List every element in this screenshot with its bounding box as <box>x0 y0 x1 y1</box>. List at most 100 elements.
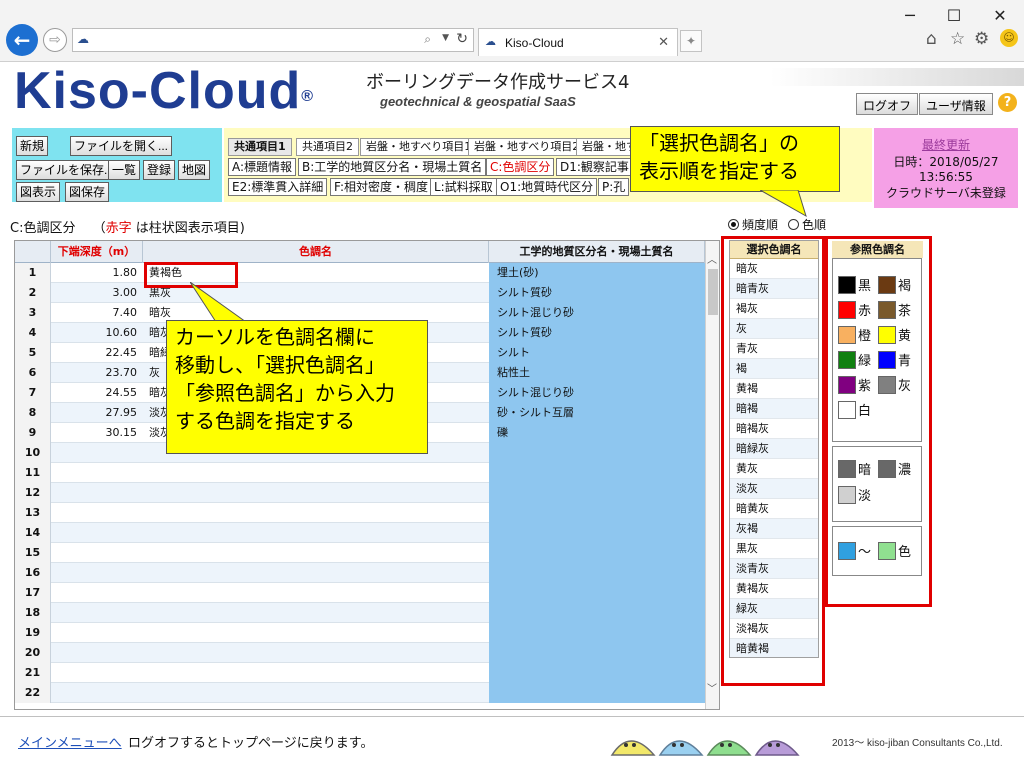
section-p[interactable]: P:孔 <box>598 178 630 196</box>
depth-cell[interactable] <box>51 663 143 683</box>
list-item[interactable]: 褐灰 <box>730 299 818 319</box>
table-row[interactable]: 19 <box>15 623 705 643</box>
sort-color-radio[interactable]: 色順 <box>788 216 826 233</box>
show-figure-button[interactable]: 図表示 <box>16 182 61 202</box>
section-title-info[interactable]: A:標題情報 <box>228 158 297 176</box>
refresh-icon[interactable]: ↻ <box>456 31 468 47</box>
table-row[interactable]: 13 <box>15 503 705 523</box>
list-item[interactable]: 暗灰 <box>730 259 818 279</box>
table-row[interactable]: 17 <box>15 583 705 603</box>
depth-cell[interactable] <box>51 643 143 663</box>
color-name-cell[interactable] <box>143 663 489 683</box>
color-name-cell[interactable] <box>143 643 489 663</box>
tab-common-2[interactable]: 共通項目2 <box>296 138 359 156</box>
main-menu-link[interactable]: メインメニューへ <box>18 732 122 751</box>
color-swatch[interactable]: 濃 <box>878 459 911 478</box>
color-name-cell[interactable] <box>143 583 489 603</box>
map-button[interactable]: 地図 <box>178 160 211 180</box>
depth-cell[interactable]: 22.45 <box>51 343 143 363</box>
depth-cell[interactable] <box>51 503 143 523</box>
list-item[interactable]: 灰 <box>730 319 818 339</box>
close-window-icon[interactable]: ✕ <box>990 6 1010 25</box>
color-swatch[interactable]: 淡 <box>838 485 871 504</box>
depth-cell[interactable]: 24.55 <box>51 383 143 403</box>
soil-name-cell[interactable] <box>489 443 705 463</box>
new-tab-button[interactable]: ✦ <box>680 30 702 52</box>
color-swatch[interactable]: 茶 <box>878 300 911 319</box>
user-info-button[interactable]: ユーザ情報 <box>919 93 993 115</box>
chevron-down-icon[interactable]: ﹀ <box>707 680 717 695</box>
section-geology-soil[interactable]: B:工学的地質区分名・現場土質名 <box>298 158 487 176</box>
favorites-star-icon[interactable]: ☆ <box>950 29 965 49</box>
depth-cell[interactable] <box>51 603 143 623</box>
color-swatch[interactable]: ～ <box>838 541 871 560</box>
color-swatch[interactable]: 青 <box>878 350 911 369</box>
depth-cell[interactable] <box>51 463 143 483</box>
color-swatch[interactable]: 褐 <box>878 275 911 294</box>
depth-cell[interactable]: 27.95 <box>51 403 143 423</box>
soil-name-cell[interactable]: 粘性土 <box>489 363 705 383</box>
table-row[interactable]: 2 3.00 黒灰 シルト質砂 <box>15 283 705 303</box>
depth-cell[interactable] <box>51 563 143 583</box>
minimize-icon[interactable]: ─ <box>900 6 920 25</box>
depth-cell[interactable] <box>51 483 143 503</box>
new-button[interactable]: 新規 <box>16 136 49 156</box>
chevron-down-icon[interactable]: ▼ <box>442 33 449 43</box>
depth-cell[interactable] <box>51 523 143 543</box>
soil-name-cell[interactable]: シルト <box>489 343 705 363</box>
soil-name-cell[interactable] <box>489 663 705 683</box>
forward-button[interactable]: ⇨ <box>43 28 67 52</box>
list-item[interactable]: 灰褐 <box>730 519 818 539</box>
soil-name-cell[interactable] <box>489 583 705 603</box>
color-name-cell[interactable] <box>143 603 489 623</box>
soil-name-cell[interactable]: 砂・シルト互層 <box>489 403 705 423</box>
depth-cell[interactable] <box>51 443 143 463</box>
depth-cell[interactable]: 1.80 <box>51 263 143 283</box>
register-button[interactable]: 登録 <box>143 160 176 180</box>
soil-name-cell[interactable]: シルト質砂 <box>489 283 705 303</box>
depth-cell[interactable] <box>51 543 143 563</box>
depth-cell[interactable]: 3.00 <box>51 283 143 303</box>
close-tab-icon[interactable]: ✕ <box>658 35 669 50</box>
help-icon[interactable]: ? <box>998 93 1017 112</box>
list-button[interactable]: 一覧 <box>108 160 141 180</box>
depth-cell[interactable] <box>51 583 143 603</box>
logoff-button[interactable]: ログオフ <box>856 93 919 115</box>
section-observation[interactable]: D1:観察記事 <box>556 158 633 176</box>
color-swatch[interactable]: 黄 <box>878 325 911 344</box>
list-item[interactable]: 青灰 <box>730 339 818 359</box>
list-item[interactable]: 黄褐 <box>730 379 818 399</box>
back-button[interactable]: ← <box>6 24 38 56</box>
color-name-cell[interactable] <box>143 503 489 523</box>
list-item[interactable]: 黄褐灰 <box>730 579 818 599</box>
color-name-cell[interactable] <box>143 523 489 543</box>
list-item[interactable]: 黒灰 <box>730 539 818 559</box>
table-row[interactable]: 12 <box>15 483 705 503</box>
list-item[interactable]: 黄灰 <box>730 459 818 479</box>
open-file-button[interactable]: ファイルを開く... <box>70 136 173 156</box>
soil-name-cell[interactable] <box>489 603 705 623</box>
list-item[interactable]: 暗褐 <box>730 399 818 419</box>
table-row[interactable]: 1 1.80 黄褐色 埋土(砂) <box>15 263 705 283</box>
tab-rock-landslide-1[interactable]: 岩盤・地すべり項目1 <box>360 138 478 156</box>
depth-cell[interactable]: 7.40 <box>51 303 143 323</box>
section-color[interactable]: C:色調区分 <box>486 158 555 176</box>
soil-name-cell[interactable] <box>489 643 705 663</box>
table-row[interactable]: 20 <box>15 643 705 663</box>
depth-cell[interactable] <box>51 623 143 643</box>
section-spt-detail[interactable]: E2:標準貫入詳細 <box>228 178 328 196</box>
list-item[interactable]: 褐 <box>730 359 818 379</box>
color-swatch[interactable]: 暗 <box>838 459 871 478</box>
chevron-up-icon[interactable]: ︿ <box>707 251 717 266</box>
color-name-cell[interactable] <box>143 463 489 483</box>
soil-name-cell[interactable]: 礫 <box>489 423 705 443</box>
grid-scrollbar[interactable]: ︿ ﹀ <box>705 241 719 709</box>
settings-gear-icon[interactable]: ⚙ <box>974 29 989 49</box>
table-row[interactable]: 14 <box>15 523 705 543</box>
color-swatch[interactable]: 橙 <box>838 325 871 344</box>
table-row[interactable]: 15 <box>15 543 705 563</box>
color-name-cell[interactable] <box>143 563 489 583</box>
soil-name-cell[interactable] <box>489 523 705 543</box>
home-icon[interactable]: ⌂ <box>926 29 937 49</box>
soil-name-cell[interactable] <box>489 683 705 703</box>
